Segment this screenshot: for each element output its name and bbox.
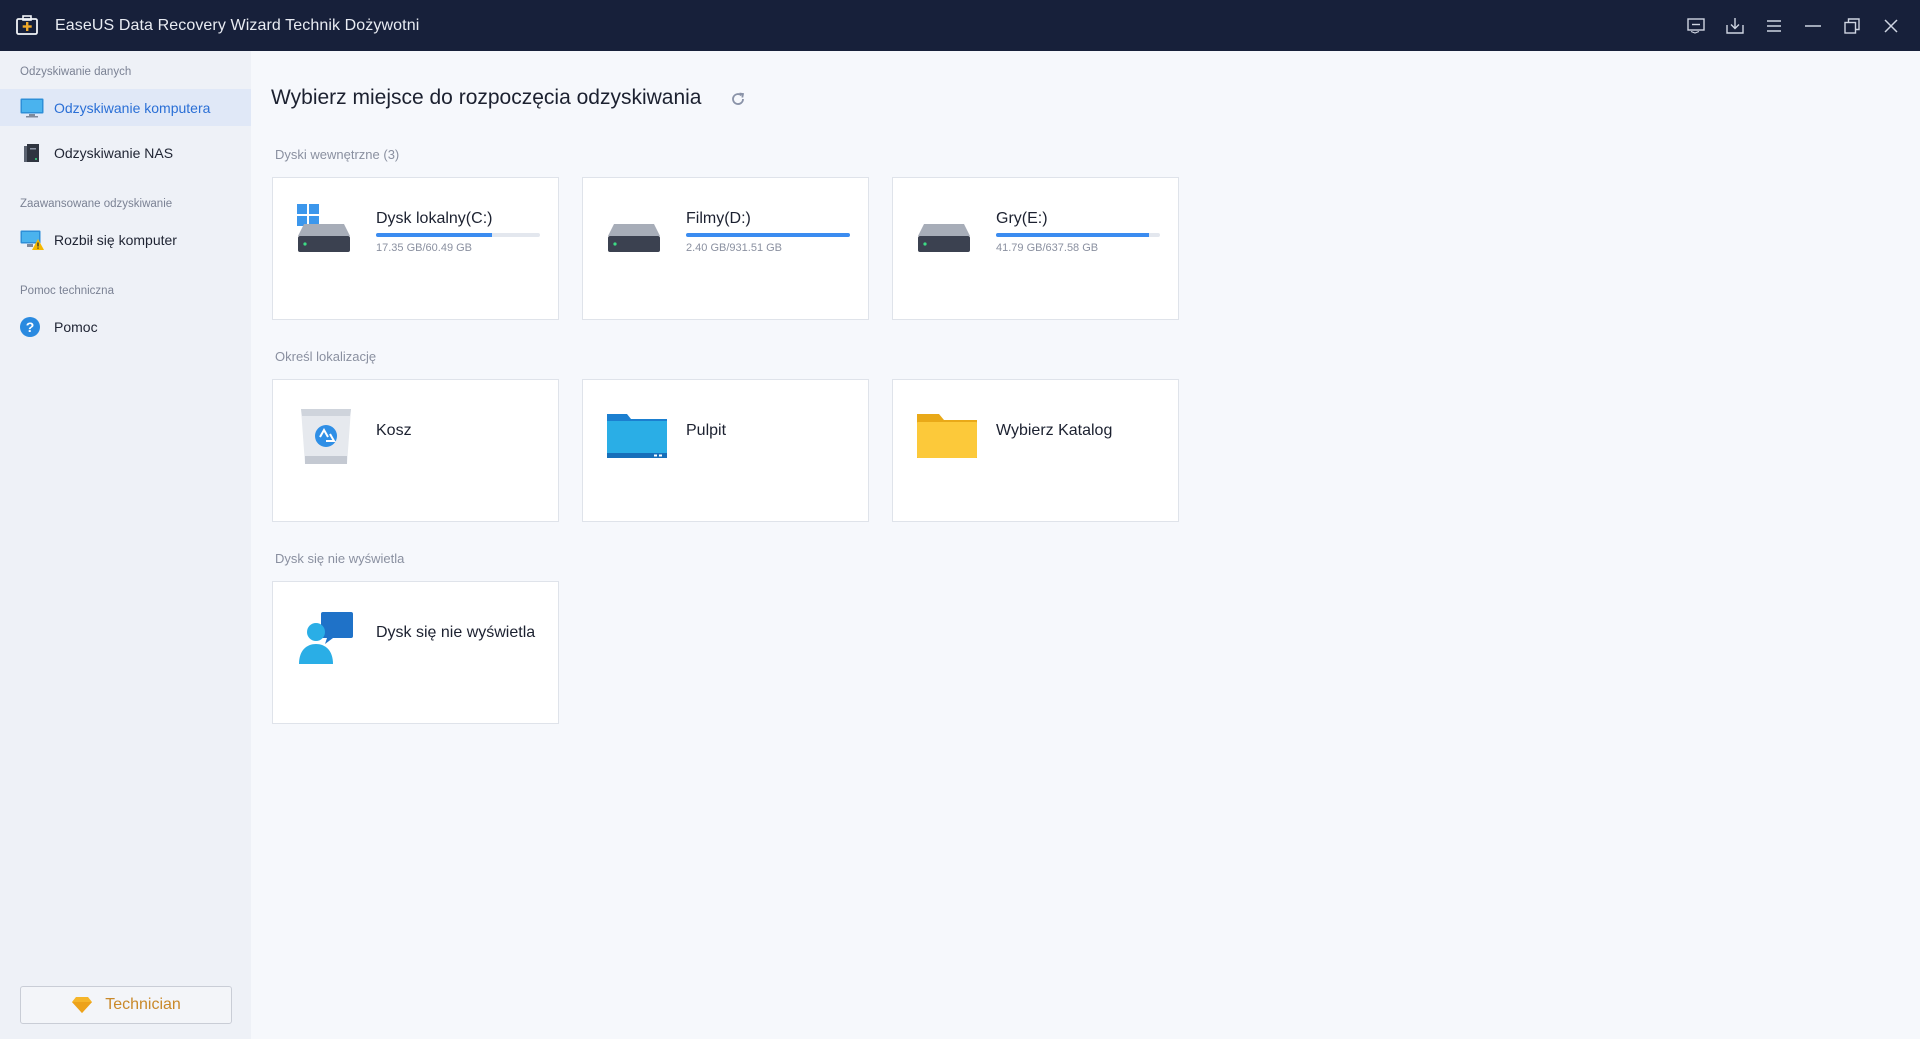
drive-name: Gry(E:) (996, 210, 1048, 227)
drive-usage-bar (686, 233, 850, 237)
drive-card-c[interactable]: Dysk lokalny(C:) 17.35 GB/60.49 GB (272, 177, 559, 320)
location-card-recycle-bin[interactable]: Kosz (272, 379, 559, 522)
refresh-icon[interactable] (730, 91, 746, 107)
help-icon: ? (20, 317, 40, 337)
feedback-icon (1686, 17, 1705, 34)
sidebar-item-label: Rozbił się komputer (54, 232, 177, 248)
window-controls (1676, 0, 1910, 51)
technician-label: Technician (105, 996, 181, 1013)
diamond-icon (72, 997, 93, 1013)
folder-icon (917, 414, 977, 458)
sidebar-item-label: Odzyskiwanie komputera (54, 100, 211, 116)
sidebar-item-help[interactable]: ? Pomoc (0, 308, 251, 345)
drive-card-d[interactable]: Filmy(D:) 2.40 GB/931.51 GB (582, 177, 869, 320)
disk-not-shown-card[interactable]: Dysk się nie wyświetla (272, 581, 559, 724)
support-chat-icon (299, 612, 353, 664)
drive-usage-bar (376, 233, 540, 237)
desktop-folder-icon (607, 414, 667, 458)
windows-drive-icon (297, 204, 350, 252)
location-name: Wybierz Katalog (996, 422, 1113, 439)
location-card-select-folder[interactable]: Wybierz Katalog (892, 379, 1179, 522)
section-specify-location: Określ lokalizację (275, 349, 377, 364)
drive-usage-bar (996, 233, 1160, 237)
download-icon (1725, 17, 1744, 34)
restore-button[interactable] (1832, 0, 1871, 51)
section-internal-drives: Dyski wewnętrzne (3) (275, 147, 400, 162)
sidebar-item-crashed-pc[interactable]: Rozbił się komputer (0, 221, 251, 258)
sidebar-item-nas-recovery[interactable]: Odzyskiwanie NAS (0, 134, 251, 171)
close-icon (1883, 18, 1898, 33)
app-logo-icon (16, 15, 38, 35)
svg-text:?: ? (26, 319, 35, 335)
hard-drive-icon (918, 224, 970, 252)
technician-button[interactable]: Technician (20, 986, 232, 1024)
drive-name: Dysk lokalny(C:) (376, 210, 493, 227)
location-name: Pulpit (686, 422, 727, 439)
minimize-icon (1804, 24, 1821, 27)
restore-icon (1843, 17, 1860, 34)
title-bar: EaseUS Data Recovery Wizard Technik Doży… (0, 0, 1920, 51)
app-title: EaseUS Data Recovery Wizard Technik Doży… (55, 17, 420, 34)
close-button[interactable] (1871, 0, 1910, 51)
page-title: Wybierz miejsce do rozpoczęcia odzyskiwa… (271, 86, 702, 109)
drive-usage-fill (376, 233, 493, 237)
sidebar-section-support: Pomoc techniczna (20, 285, 114, 297)
feedback-button[interactable] (1676, 0, 1715, 51)
sidebar-item-label: Pomoc (54, 319, 98, 335)
hard-drive-icon (608, 224, 660, 252)
drive-size: 17.35 GB/60.49 GB (376, 242, 473, 254)
drive-name: Filmy(D:) (686, 210, 751, 227)
nas-icon (24, 144, 39, 162)
sidebar-section-data-recovery: Odzyskiwanie danych (20, 66, 132, 78)
sidebar-section-advanced: Zaawansowane odzyskiwanie (20, 198, 173, 210)
drive-usage-fill (686, 233, 850, 237)
main-content: Wybierz miejsce do rozpoczęcia odzyskiwa… (251, 51, 1920, 1039)
drive-card-e[interactable]: Gry(E:) 41.79 GB/637.58 GB (892, 177, 1179, 320)
sidebar-item-computer-recovery[interactable]: Odzyskiwanie komputera (0, 89, 251, 126)
drive-size: 41.79 GB/637.58 GB (996, 242, 1099, 254)
disk-not-shown-label: Dysk się nie wyświetla (376, 624, 536, 641)
location-card-desktop[interactable]: Pulpit (582, 379, 869, 522)
minimize-button[interactable] (1793, 0, 1832, 51)
section-disk-not-shown: Dysk się nie wyświetla (275, 551, 405, 566)
monitor-icon (20, 98, 44, 118)
drive-usage-fill (996, 233, 1149, 237)
sidebar: Odzyskiwanie danych Odzyskiwanie kompute… (0, 51, 251, 1039)
recycle-bin-icon (301, 409, 351, 464)
download-button[interactable] (1715, 0, 1754, 51)
drive-size: 2.40 GB/931.51 GB (686, 242, 783, 254)
sidebar-item-label: Odzyskiwanie NAS (54, 145, 174, 161)
menu-icon (1766, 19, 1781, 32)
menu-button[interactable] (1754, 0, 1793, 51)
location-name: Kosz (376, 422, 412, 439)
crashed-pc-icon (20, 230, 44, 250)
